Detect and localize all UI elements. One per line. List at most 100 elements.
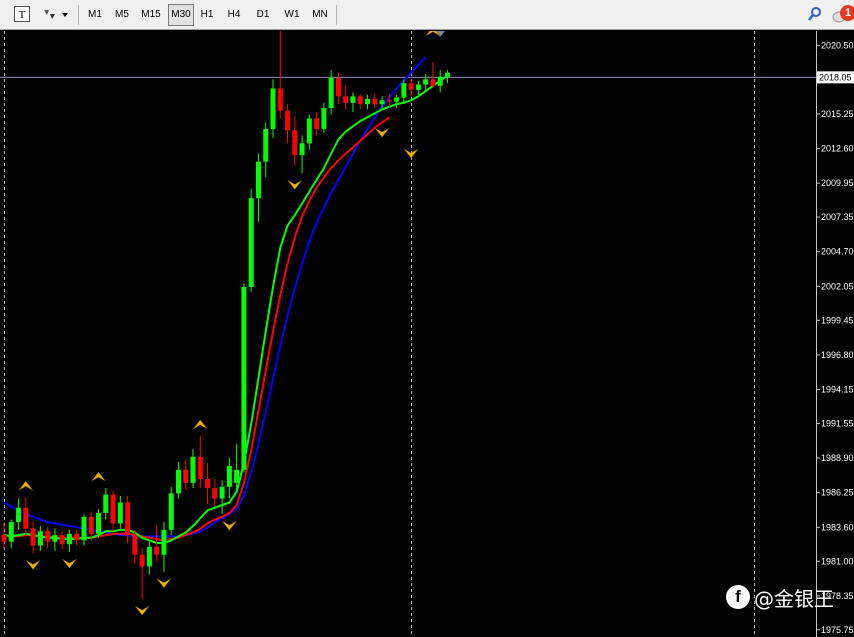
watermark: f @金银王 [726, 582, 834, 612]
toolbar: T M1 M5 M15 M30 H1 H4 D1 W1 MN 1 [0, 0, 854, 30]
candle-body [357, 96, 363, 105]
timeframe-h1-button[interactable]: H1 [196, 4, 218, 26]
candle-body [328, 78, 334, 109]
candle-body [183, 469, 189, 483]
candle-body [365, 98, 370, 105]
candle-body [415, 84, 421, 90]
candle-body [161, 529, 167, 555]
candle-body [314, 118, 320, 129]
candle-body [154, 546, 160, 555]
candle-body [321, 108, 327, 129]
candle-body [335, 78, 341, 97]
watermark-text: @金银王 [754, 586, 834, 611]
candle-body [401, 83, 407, 98]
objects-shape-icon[interactable] [42, 6, 70, 22]
timeframe-m15-button[interactable]: M15 [138, 4, 164, 26]
price-tick-label: 1975.75 [821, 625, 854, 635]
candle-body [74, 533, 80, 541]
price-tick-label: 1986.25 [821, 488, 854, 498]
candle-body [386, 100, 392, 102]
svg-text:T: T [19, 9, 26, 21]
candle-body [212, 488, 218, 499]
watermark-logo-icon: f [726, 585, 750, 609]
candle-body [379, 100, 385, 105]
toolbar-separator [78, 5, 79, 25]
candle-body [263, 128, 269, 162]
timeframe-mn-button[interactable]: MN [308, 4, 332, 26]
candle-body [66, 533, 72, 545]
candle-body [59, 535, 65, 545]
timeframe-d1-button[interactable]: D1 [250, 4, 276, 26]
price-tick-label: 1981.00 [821, 556, 854, 566]
candle-body [168, 493, 174, 530]
price-tick-label: 2012.60 [821, 144, 854, 154]
price-tick-label: 2015.25 [821, 109, 854, 119]
price-tick-label: 2002.05 [821, 281, 854, 291]
candle-body [248, 198, 254, 287]
price-tick-label: 1983.60 [821, 522, 854, 532]
current-price-label: 2018.05 [819, 72, 852, 82]
candle-body [117, 502, 123, 524]
candle-body [190, 456, 196, 483]
candle-body [37, 531, 43, 546]
candle-body [197, 456, 203, 479]
candle-body [394, 97, 400, 102]
candle-body [88, 516, 94, 534]
candle-body [125, 502, 131, 536]
candle-body [219, 486, 225, 499]
price-tick-label: 2004.70 [821, 247, 854, 257]
candle-body [52, 535, 58, 542]
candle-body [96, 512, 102, 534]
candle-body [16, 507, 22, 523]
candle-body [241, 286, 247, 470]
candle-body [23, 507, 29, 529]
candle-body [306, 118, 312, 144]
candle-body [103, 494, 109, 513]
candle-body [234, 469, 240, 483]
price-tick-label: 1999.45 [821, 315, 854, 325]
plot-area [0, 31, 816, 637]
candle-body [299, 143, 305, 156]
candle-body [205, 478, 211, 489]
candle-body [1, 535, 7, 542]
candle-body [285, 110, 291, 131]
price-tick-label: 2007.35 [821, 212, 854, 222]
candle-body [350, 96, 356, 103]
timeframe-m1-button[interactable]: M1 [84, 4, 106, 26]
candle-body [45, 531, 51, 542]
candle-body [408, 83, 414, 90]
timeframe-m30-button[interactable]: M30 [168, 4, 194, 26]
candle-body [110, 494, 116, 524]
price-tick-label: 2020.50 [821, 40, 854, 50]
candle-body [146, 546, 152, 567]
candle-body [270, 88, 276, 129]
search-icon[interactable] [807, 6, 823, 22]
price-tick-label: 1988.90 [821, 453, 854, 463]
timeframe-h4-button[interactable]: H4 [222, 4, 246, 26]
candle-body [343, 96, 349, 103]
candle-body [430, 79, 436, 86]
candle-body [423, 79, 429, 85]
candle-body [444, 72, 450, 77]
candle-body [81, 516, 87, 541]
candle-body [437, 76, 443, 86]
price-tick-label: 1994.15 [821, 385, 854, 395]
candle-body [8, 522, 14, 542]
timeframe-m5-button[interactable]: M5 [110, 4, 134, 26]
price-tick-label: 2009.95 [821, 178, 854, 188]
candle-body [255, 161, 261, 199]
toolbar-separator [336, 5, 337, 25]
candle-body [30, 528, 36, 546]
price-tick-label: 1996.80 [821, 350, 854, 360]
candle-body [139, 554, 145, 567]
candle-body [277, 88, 283, 111]
text-tool-icon[interactable]: T [14, 6, 30, 22]
candle-body [226, 465, 232, 487]
candle-body [292, 130, 298, 156]
candle-body [175, 469, 181, 494]
candle-body [132, 535, 138, 555]
price-chart[interactable]: 2020.502017.902015.252012.602009.952007.… [0, 31, 854, 637]
candle-body [372, 98, 378, 105]
timeframe-w1-button[interactable]: W1 [280, 4, 304, 26]
notification-count-badge[interactable]: 1 [840, 5, 854, 21]
